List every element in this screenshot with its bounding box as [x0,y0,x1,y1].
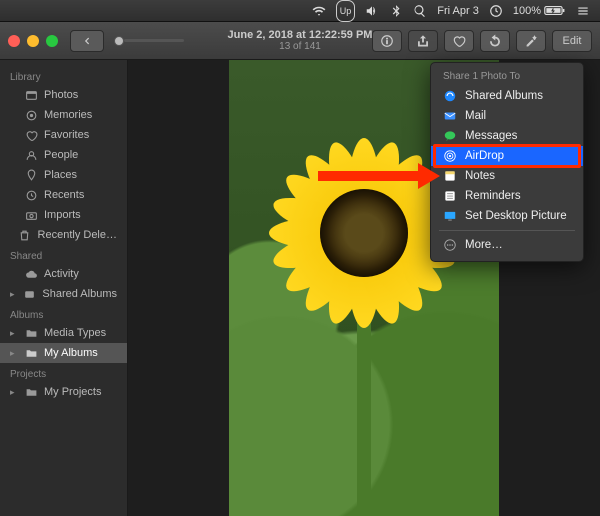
share-popover-header: Share 1 Photo To [431,67,583,86]
window-titlebar: June 2, 2018 at 12:22:59 PM 13 of 141 Ed… [0,22,600,60]
share-option-set-desktop[interactable]: Set Desktop Picture [431,206,583,226]
photo-title: June 2, 2018 at 12:22:59 PM 13 of 141 [228,29,373,52]
sidebar-section-header: Albums [0,304,127,323]
sound-icon[interactable] [365,0,379,22]
share-option-mail[interactable]: Mail [431,106,583,126]
share-popover: Share 1 Photo To Shared Albums Mail Mess… [430,62,584,262]
upwork-icon[interactable]: Up [336,0,356,22]
mail-icon [443,109,457,123]
sidebar-item-recently-deleted[interactable]: Recently Dele… [0,225,127,245]
annotation-arrow [318,163,440,189]
disclosure-triangle-icon[interactable]: ▸ [10,348,18,359]
camera-icon [24,208,38,222]
messages-icon [443,129,457,143]
photo-timestamp: June 2, 2018 at 12:22:59 PM [228,29,373,41]
reminders-icon [443,189,457,203]
sidebar-item-favorites[interactable]: Favorites [0,125,127,145]
notification-center-icon[interactable] [576,0,590,22]
ellipsis-icon [443,238,457,252]
shared-albums-icon [22,287,36,301]
auto-enhance-button[interactable] [516,30,546,52]
sidebar-item-places[interactable]: Places [0,165,127,185]
fullscreen-window-button[interactable] [46,35,58,47]
sidebar-section-header: Shared [0,245,127,264]
sidebar-item-media-types[interactable]: ▸Media Types [0,323,127,343]
share-option-notes[interactable]: Notes [431,166,583,186]
memories-icon [24,108,38,122]
shared-albums-icon [443,89,457,103]
sidebar-item-imports[interactable]: Imports [0,205,127,225]
share-option-more[interactable]: More… [431,235,583,255]
disclosure-triangle-icon[interactable]: ▸ [10,387,18,398]
sidebar-item-recents[interactable]: Recents [0,185,127,205]
photos-icon [24,88,38,102]
minimize-window-button[interactable] [27,35,39,47]
sidebar-item-my-projects[interactable]: ▸My Projects [0,382,127,402]
sidebar-item-activity[interactable]: Activity [0,264,127,284]
bluetooth-icon[interactable] [389,0,403,22]
battery-percent: 100% [513,5,541,17]
clock-icon [24,188,38,202]
zoom-slider[interactable] [114,36,184,46]
photo-viewer: Share 1 Photo To Shared Albums Mail Mess… [128,60,600,516]
sidebar-section-header: Projects [0,363,127,382]
window-controls [8,35,58,47]
share-option-airdrop[interactable]: AirDrop [431,146,583,166]
airdrop-icon [443,149,457,163]
people-icon [24,148,38,162]
pin-icon [24,168,38,182]
photo-index: 13 of 141 [228,41,373,52]
close-window-button[interactable] [8,35,20,47]
wifi-icon[interactable] [312,0,326,22]
clock-icon[interactable] [489,0,503,22]
battery-indicator[interactable]: 100% [513,0,566,22]
share-option-shared-albums[interactable]: Shared Albums [431,86,583,106]
folder-icon [24,326,38,340]
photos-window: June 2, 2018 at 12:22:59 PM 13 of 141 Ed… [0,22,600,516]
rotate-button[interactable] [480,30,510,52]
cloud-icon [24,267,38,281]
share-button[interactable] [408,30,438,52]
favorite-button[interactable] [444,30,474,52]
trash-icon [18,228,32,242]
sidebar: Library Photos Memories Favorites People… [0,60,128,516]
disclosure-triangle-icon[interactable]: ▸ [10,289,16,300]
sidebar-item-shared-albums[interactable]: ▸Shared Albums [0,284,127,304]
separator [439,230,575,231]
desktop-icon [443,209,457,223]
macos-menubar: Up Fri Apr 3 100% [0,0,600,22]
sidebar-item-photos[interactable]: Photos [0,85,127,105]
notes-icon [443,169,457,183]
info-button[interactable] [372,30,402,52]
sidebar-item-my-albums[interactable]: ▸My Albums [0,343,127,363]
heart-icon [24,128,38,142]
sidebar-item-people[interactable]: People [0,145,127,165]
disclosure-triangle-icon[interactable]: ▸ [10,328,18,339]
share-option-reminders[interactable]: Reminders [431,186,583,206]
spotlight-icon[interactable] [413,0,427,22]
edit-button[interactable]: Edit [552,30,592,52]
sidebar-section-header: Library [0,66,127,85]
folder-icon [24,385,38,399]
sidebar-item-memories[interactable]: Memories [0,105,127,125]
back-button[interactable] [70,30,104,52]
share-option-messages[interactable]: Messages [431,126,583,146]
menubar-date[interactable]: Fri Apr 3 [437,0,479,22]
folder-icon [24,346,38,360]
